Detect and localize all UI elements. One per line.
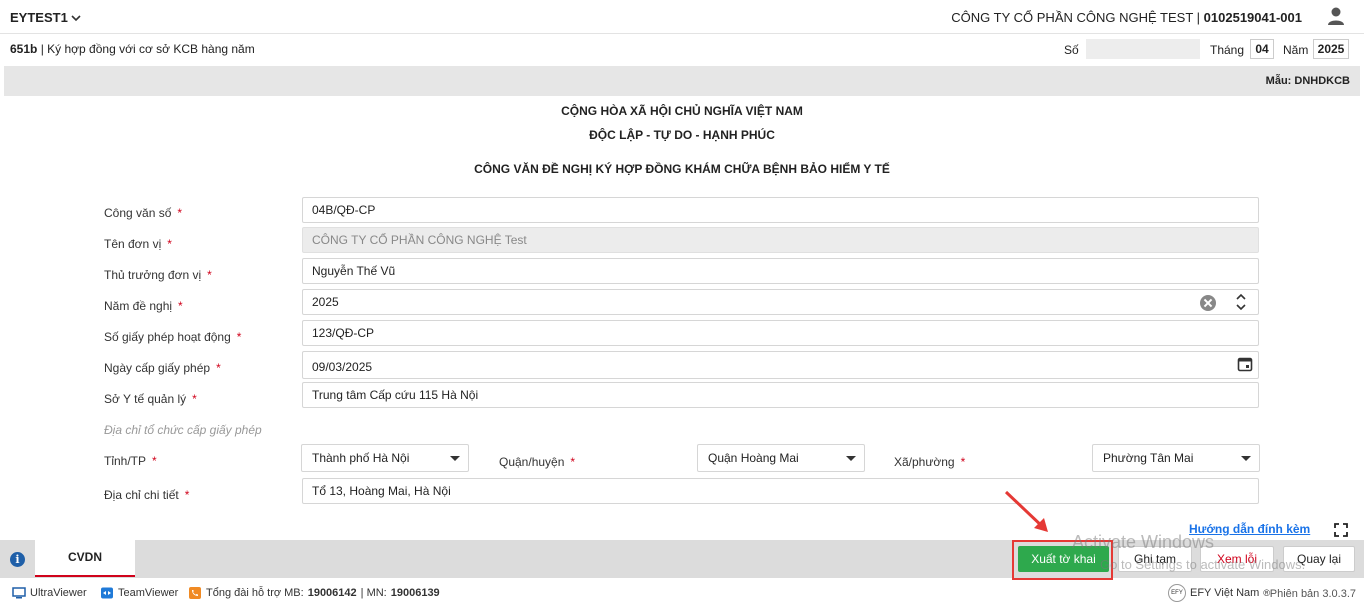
quan-huyen-select[interactable]: Quận Hoàng Mai [697,444,865,472]
document-title: CÔNG VĂN ĐỀ NGHỊ KÝ HỢP ĐỒNG KHÁM CHỮA B… [474,162,890,176]
version-label: Phiên bản 3.0.3.7 [1269,588,1356,600]
quan-huyen-label: Quận/huyện * [499,455,576,469]
form-code: 651b [10,42,38,56]
tab-cvdn[interactable]: CVDN [35,540,135,577]
support-hotline: Tổng đài hỗ trợ MB: 19006142 | MN: 19006… [188,587,440,599]
dropdown-caret-icon [450,456,460,461]
template-bar: Mẫu: DNHDKCB [4,66,1360,96]
dia-chi-label: Địa chỉ chi tiết * [104,488,190,502]
so-input[interactable] [1086,39,1200,59]
form-header-bar: 651b | Ký hợp đồng với cơ sở KCB hàng nă… [4,34,1360,66]
spinner-arrows-icon[interactable] [1236,293,1246,311]
user-icon[interactable] [1326,6,1346,26]
ngay-cap-input[interactable]: 09/03/2025 [302,351,1259,379]
company-separator: | [1196,10,1201,25]
tenant-name: EYTEST1 [10,10,68,25]
dropdown-caret-icon [846,456,856,461]
template-label: Mẫu: DNHDKCB [1265,75,1350,87]
top-bar: EYTEST1 CÔNG TY CỔ PHẦN CÔNG NGHỆ TEST |… [0,0,1364,34]
ten-don-vi-input: CÔNG TY CỔ PHẦN CÔNG NGHỆ Test [302,227,1259,253]
info-icon[interactable]: i [10,552,25,567]
status-bar: UltraViewer TeamViewer Tổng đài hỗ trợ M… [0,580,1364,606]
calendar-icon[interactable] [1237,356,1253,372]
document-form: CỘNG HÒA XÃ HỘI CHỦ NGHĨA VIỆT NAM ĐỘC L… [4,96,1360,540]
chevron-down-icon [71,14,81,21]
phone-icon [189,587,201,599]
tinh-tp-label: Tỉnh/TP * [104,454,157,468]
thang-label: Tháng [1210,43,1245,57]
nam-de-nghi-label: Năm đề nghị * [104,299,183,313]
form-title: Ký hợp đồng với cơ sở KCB hàng năm [47,42,255,56]
company-info: CÔNG TY CỔ PHẦN CÔNG NGHỆ TEST | 0102519… [951,10,1302,25]
efy-brand: EFY EFY Việt Nam ® [1168,584,1270,602]
so-y-te-label: Sở Y tế quản lý * [104,392,197,406]
monitor-icon [12,587,26,599]
cong-van-so-input[interactable]: 04B/QĐ-CP [302,197,1259,223]
tinh-tp-select[interactable]: Thành phố Hà Nội [301,444,469,472]
national-title: CỘNG HÒA XÃ HỘI CHỦ NGHĨA VIỆT NAM [561,104,803,118]
nam-label: Năm [1283,43,1309,57]
tenant-selector[interactable]: EYTEST1 [10,10,81,25]
teamviewer-icon [101,587,113,599]
cong-van-so-label: Công văn số * [104,206,183,220]
company-code: 0102519041-001 [1203,10,1302,25]
thang-input[interactable]: 04 [1250,39,1274,59]
ten-don-vi-label: Tên đơn vị * [104,237,172,251]
activation-watermark-sub: Go to Settings to activate Windows. [1100,557,1306,572]
ultraviewer-link[interactable]: UltraViewer [12,587,87,599]
form-identifier: 651b | Ký hợp đồng với cơ sở KCB hàng nă… [10,42,255,56]
ngay-cap-label: Ngày cấp giấy phép * [104,361,221,375]
activation-watermark-title: Activate Windows [1072,532,1215,552]
expand-icon[interactable] [1334,523,1348,537]
dia-chi-input[interactable]: Tổ 13, Hoàng Mai, Hà Nội [302,478,1259,504]
dropdown-caret-icon [1241,456,1251,461]
nam-input[interactable]: 2025 [1313,39,1349,59]
so-label: Số [1064,43,1079,57]
thu-truong-label: Thủ trưởng đơn vị * [104,268,212,282]
company-name: CÔNG TY CỔ PHẦN CÔNG NGHỆ TEST [951,10,1194,25]
national-motto: ĐỘC LẬP - TỰ DO - HẠNH PHÚC [589,128,775,142]
so-giay-phep-label: Số giấy phép hoạt động * [104,330,242,344]
nam-de-nghi-input[interactable]: 2025 [302,289,1259,315]
clear-icon[interactable] [1200,295,1216,311]
so-y-te-input[interactable]: Trung tâm Cấp cứu 115 Hà Nội [302,382,1259,408]
xa-phuong-label: Xã/phường * [894,455,966,469]
efy-logo-icon: EFY [1168,584,1186,602]
so-giay-phep-input[interactable]: 123/QĐ-CP [302,320,1259,346]
address-section-label: Địa chỉ tổ chức cấp giấy phép [104,423,262,437]
xa-phuong-select[interactable]: Phường Tân Mai [1092,444,1260,472]
teamviewer-link[interactable]: TeamViewer [100,587,178,599]
thu-truong-input[interactable]: Nguyễn Thế Vũ [302,258,1259,284]
red-arrow-annotation [1004,490,1048,532]
